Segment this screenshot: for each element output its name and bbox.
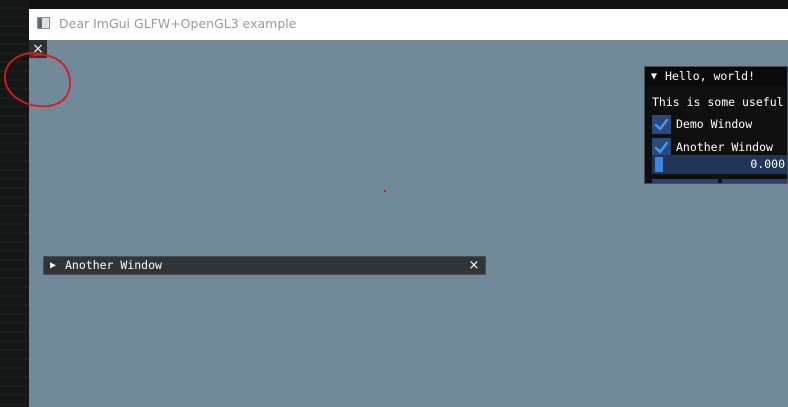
hello-world-text: This is some useful text. [652, 95, 787, 109]
desktop-background-strip [0, 0, 29, 407]
desktop: Dear ImGui GLFW+OpenGL3 example × ▼ Hell… [0, 0, 788, 407]
checkbox-box[interactable] [652, 115, 671, 134]
close-icon: × [468, 258, 480, 273]
app-icon [37, 17, 50, 29]
checkmark-icon [654, 141, 669, 154]
another-window-close-button[interactable]: × [467, 257, 481, 274]
collapse-arrow-icon[interactable]: ▼ [651, 67, 657, 86]
app-canvas[interactable]: × ▼ Hello, world! This is some useful te… [4, 40, 788, 407]
button-partial[interactable] [722, 179, 787, 183]
checkmark-icon [654, 118, 669, 131]
hello-world-title: Hello, world! [665, 69, 756, 83]
hello-world-window[interactable]: ▼ Hello, world! This is some useful text… [644, 66, 788, 184]
close-icon: × [32, 41, 44, 57]
another-window[interactable]: ▶ Another Window × [43, 256, 486, 275]
another-window-title: Another Window [65, 258, 162, 272]
app-window-titlebar[interactable]: Dear ImGui GLFW+OpenGL3 example [29, 9, 788, 40]
app-window-title: Dear ImGui GLFW+OpenGL3 example [59, 16, 297, 31]
expand-arrow-icon[interactable]: ▶ [50, 257, 56, 274]
mouse-cursor-dot [384, 190, 386, 192]
button-partial[interactable] [652, 179, 718, 183]
app-window: Dear ImGui GLFW+OpenGL3 example × ▼ Hell… [4, 9, 788, 407]
hello-world-titlebar[interactable]: ▼ Hello, world! [645, 67, 787, 86]
float-slider[interactable]: 0.000 [652, 155, 787, 174]
another-window-label: Another Window [676, 140, 773, 154]
slider-value: 0.000 [750, 157, 785, 171]
slider-grab-handle[interactable] [655, 157, 663, 172]
close-button[interactable]: × [29, 40, 47, 58]
demo-window-label: Demo Window [676, 117, 753, 131]
